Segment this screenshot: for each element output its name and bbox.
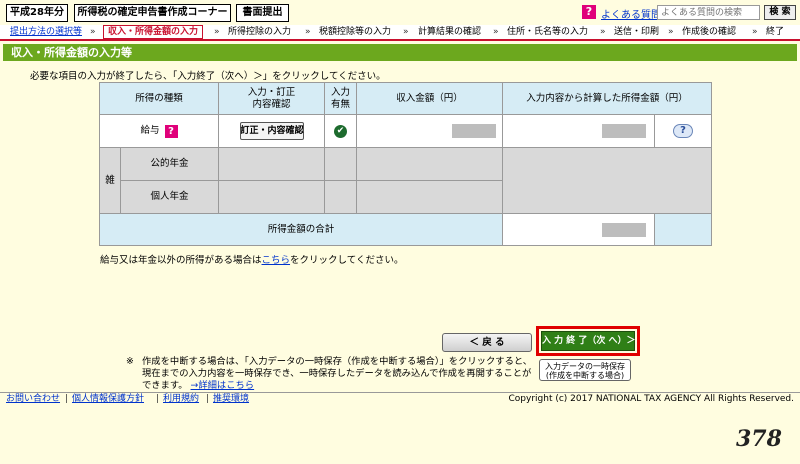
total-calc-cell [502,213,655,246]
step-submit-method[interactable]: 提出方法の選択等 [10,27,82,38]
footer: お問い合わせ | 個人情報保護方針 | 利用規約 | 推奨環境 Copyrigh… [0,392,800,405]
step-deduction-input: 所得控除の入力 [228,27,292,37]
step-arrow: » [90,27,96,37]
footer-separator: | [206,394,210,404]
private-pension-correct-cell [218,180,325,214]
next-button-highlight: 入 力 終 了（次 へ）＞ [536,326,640,356]
temp-save-line2: (作成を中断する場合) [545,371,625,380]
salary-help-question-icon[interactable]: ? [164,124,178,138]
corner-title: 所得税の確定申告書作成コーナー [74,4,231,22]
step-finish: 終了 [766,27,785,37]
step-arrow: » [752,27,758,37]
other-income-text-before: 給与又は年金以外の所得がある場合は [100,255,262,266]
private-pension-income-cell [356,180,503,214]
input-finish-next-button[interactable]: 入 力 終 了（次 へ）＞ [541,331,636,351]
step-arrow: » [493,27,499,37]
income-table: 所得の種類 入力・訂正 内容確認 入力 有無 収入金額（円） 入力内容から計算し… [99,82,712,246]
total-calc-value [602,223,646,237]
step-income-input-current: 収入・所得金額の入力 [103,25,204,39]
footer-privacy-link[interactable]: 個人情報保護方針 [72,393,144,405]
footer-separator: | [65,394,69,404]
salary-done-cell: ✔ [324,114,357,148]
other-income-text-after: をクリックしてください。 [290,255,404,266]
step-address-name-input: 住所・氏名等の入力 [507,27,589,37]
total-empty-cell [654,213,712,246]
submit-method-label: 書面提出 [236,4,289,22]
step-result-check: 計算結果の確認 [418,27,482,37]
salary-label: 給与 [140,125,160,136]
footer-environment-link[interactable]: 推奨環境 [213,393,249,405]
footer-contact-link[interactable]: お問い合わせ [6,393,60,405]
help-question-icon[interactable]: ? [673,124,693,138]
salary-help-cell: ? [654,114,712,148]
step-arrow: » [668,27,674,37]
salary-calc-cell [502,114,655,148]
salary-correct-button[interactable]: 訂正・内容確認 [239,122,304,140]
header-input-correct: 入力・訂正 内容確認 [218,82,325,115]
public-pension-done-cell [324,147,357,181]
step-tax-credit-input: 税額控除等の入力 [319,27,392,37]
pension-calc-cell [502,147,712,214]
misc-label: 雑 [99,147,121,214]
public-pension-label: 公的年金 [120,147,219,181]
public-pension-correct-cell [218,147,325,181]
header-input-done-line1: 入力 [330,86,350,98]
search-button[interactable]: 検 索 [764,5,796,20]
instruction-text: 必要な項目の入力が終了したら、「入力終了（次へ）＞」をクリックしてください。 [30,71,386,82]
temp-save-button[interactable]: 入力データの一時保存 (作成を中断する場合) [539,359,631,381]
copyright-text: Copyright (c) 2017 NATIONAL TAX AGENCY A… [508,394,795,404]
header-income-type: 所得の種類 [99,82,219,115]
page-title: 収入・所得金額の入力等 [3,44,797,61]
temp-save-line1: 入力データの一時保存 [545,362,625,371]
year-label: 平成28年分 [6,4,68,22]
header-input-done-line2: 有無 [330,98,350,110]
step-arrow: » [305,27,311,37]
app-frame: 平成28年分 所得税の確定申告書作成コーナー 書面提出 ? よくある質問 検 索… [0,0,800,464]
header-calculated-amount: 入力内容から計算した所得金額（円） [502,82,712,115]
salary-correct-cell: 訂正・内容確認 [218,114,325,148]
footer-separator: | [156,394,160,404]
private-pension-done-cell [324,180,357,214]
salary-calc-value [602,124,646,138]
other-income-link[interactable]: こちら [262,255,291,266]
salary-income-cell [356,114,503,148]
step-arrow: » [600,27,606,37]
private-pension-label: 個人年金 [120,180,219,214]
step-arrow: » [403,27,409,37]
footer-terms-link[interactable]: 利用規約 [163,393,199,405]
salary-row-label: 給与 ? [99,114,219,148]
step-send-print: 送信・印刷 [614,27,660,37]
public-pension-income-cell [356,147,503,181]
header-input-correct-line1: 入力・訂正 [247,86,296,98]
step-navigation: 提出方法の選択等 » 収入・所得金額の入力 » 所得控除の入力 » 税額控除等の… [0,25,800,41]
step-after-check: 作成後の確認 [682,27,737,37]
other-income-note: 給与又は年金以外の所得がある場合はこちらをクリックしてください。 [100,252,403,266]
note-mark: ※ [126,356,134,367]
suspend-note: ※ 作成を中断する場合は、「入力データの一時保存（作成を中断する場合）」をクリッ… [126,356,536,392]
total-label: 所得金額の合計 [99,213,503,246]
suspend-detail-link[interactable]: →詳細はこちら [191,380,255,391]
back-button[interactable]: ＜ 戻 る [442,333,532,352]
check-icon: ✔ [334,124,347,138]
header-income-amount: 収入金額（円） [356,82,503,115]
faq-search-input[interactable] [657,5,760,20]
faq-question-icon[interactable]: ? [582,5,596,19]
page-number: 378 [736,426,782,452]
faq-link[interactable]: よくある質問 [601,6,661,21]
header-input-done: 入力 有無 [324,82,357,115]
header: 平成28年分 所得税の確定申告書作成コーナー 書面提出 ? よくある質問 検 索 [6,4,796,22]
step-arrow: » [214,27,220,37]
salary-income-value [452,124,496,138]
header-input-correct-line2: 内容確認 [252,98,291,110]
